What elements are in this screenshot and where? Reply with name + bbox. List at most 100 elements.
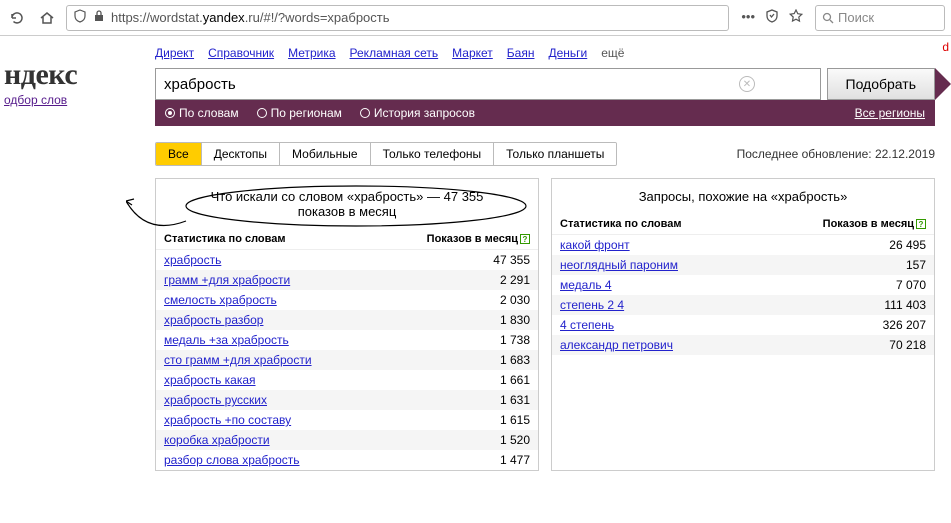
- query-link[interactable]: медаль 4: [560, 278, 612, 292]
- opt-by-words[interactable]: По словам: [165, 106, 239, 120]
- home-icon[interactable]: [36, 7, 58, 29]
- query-link[interactable]: неоглядный пароним: [560, 258, 678, 272]
- device-tab[interactable]: Десктопы: [202, 143, 280, 165]
- table-row: храбрость разбор1 830: [156, 310, 538, 330]
- impressions: 111 403: [856, 298, 926, 312]
- query-input[interactable]: [155, 68, 821, 100]
- arrow-decor: [935, 68, 951, 100]
- table-row: александр петрович 70 218: [552, 335, 934, 355]
- url-actions: •••: [737, 9, 807, 26]
- table-row: разбор слова храбрость 1 477: [156, 450, 538, 470]
- query-link[interactable]: какой фронт: [560, 238, 630, 252]
- query-link[interactable]: александр петрович: [560, 338, 673, 352]
- table-row: грамм +для храбрости2 291: [156, 270, 538, 290]
- right-panel: Запросы, похожие на «храбрость» Статисти…: [551, 178, 935, 471]
- service-link[interactable]: Деньги: [548, 46, 587, 60]
- left-panel: Что искали со словом «храбрость» — 47 35…: [155, 178, 539, 471]
- impressions: 1 683: [460, 353, 530, 367]
- more-icon[interactable]: •••: [741, 9, 755, 26]
- browser-search[interactable]: Поиск: [815, 5, 945, 31]
- query-row: ✕ Подобрать: [155, 68, 935, 100]
- impressions: 1 520: [460, 433, 530, 447]
- all-regions-link[interactable]: Все регионы: [855, 106, 925, 120]
- table-row: сто грамм +для храбрости 1 683: [156, 350, 538, 370]
- opt-by-regions[interactable]: По регионам: [257, 106, 342, 120]
- help-icon[interactable]: ?: [520, 234, 530, 244]
- table-row: медаль +за храбрость 1 738: [156, 330, 538, 350]
- device-tabs-row: ВсеДесктопыМобильныеТолько телефоныТольк…: [155, 142, 935, 166]
- table-row: смелость храбрость 2 030: [156, 290, 538, 310]
- table-row: храбрость 47 355: [156, 250, 538, 270]
- clear-icon[interactable]: ✕: [739, 76, 755, 92]
- table-row: храбрость +по составу 1 615: [156, 410, 538, 430]
- device-tab[interactable]: Мобильные: [280, 143, 371, 165]
- impressions: 1 477: [460, 453, 530, 467]
- corner-letter: d: [942, 40, 949, 54]
- table-row: степень 2 4 111 403: [552, 295, 934, 315]
- service-link[interactable]: Рекламная сеть: [350, 46, 439, 60]
- device-tab[interactable]: Только планшеты: [494, 143, 616, 165]
- table-row: коробка храбрости 1 520: [156, 430, 538, 450]
- service-link[interactable]: Метрика: [288, 46, 335, 60]
- service-link[interactable]: Баян: [507, 46, 535, 60]
- table-row: 4 степень 326 207: [552, 315, 934, 335]
- impressions: 1 738: [460, 333, 530, 347]
- url-bar[interactable]: https://wordstat.yandex.ru/#!/?words=хра…: [66, 5, 729, 31]
- query-link[interactable]: 4 степень: [560, 318, 614, 332]
- query-link[interactable]: разбор слова храбрость: [164, 453, 300, 467]
- impressions: 1 631: [460, 393, 530, 407]
- impressions: 7 070: [856, 278, 926, 292]
- reload-icon[interactable]: [6, 7, 28, 29]
- last-update: Последнее обновление: 22.12.2019: [737, 147, 935, 161]
- reader-icon[interactable]: [765, 9, 779, 26]
- service-link[interactable]: Справочник: [208, 46, 274, 60]
- submit-button[interactable]: Подобрать: [827, 68, 936, 100]
- device-tabs: ВсеДесктопыМобильныеТолько телефоныТольк…: [155, 142, 617, 166]
- yandex-logo[interactable]: ндекс: [0, 58, 77, 92]
- impressions: 47 355: [460, 253, 530, 267]
- help-icon[interactable]: ?: [916, 219, 926, 229]
- query-link[interactable]: степень 2 4: [560, 298, 624, 312]
- query-link[interactable]: медаль +за храбрость: [164, 333, 289, 347]
- query-link[interactable]: храбрость разбор: [164, 313, 263, 327]
- options-bar: По словам По регионам История запросов В…: [155, 100, 935, 126]
- table-row: медаль 4 7 070: [552, 275, 934, 295]
- browser-toolbar: https://wordstat.yandex.ru/#!/?words=хра…: [0, 0, 951, 36]
- url-text: https://wordstat.yandex.ru/#!/?words=хра…: [111, 10, 390, 25]
- query-link[interactable]: сто грамм +для храбрости: [164, 353, 312, 367]
- right-table-head: Статистика по словам Показов в месяц?: [552, 214, 934, 235]
- impressions: 1 661: [460, 373, 530, 387]
- table-row: неоглядный пароним157: [552, 255, 934, 275]
- star-icon[interactable]: [789, 9, 803, 26]
- service-link[interactable]: Маркет: [452, 46, 493, 60]
- query-link[interactable]: храбрость русских: [164, 393, 267, 407]
- query-link[interactable]: храбрость какая: [164, 373, 256, 387]
- search-placeholder: Поиск: [838, 10, 874, 25]
- query-link[interactable]: храбрость +по составу: [164, 413, 291, 427]
- service-links: Директ Справочник Метрика Рекламная сеть Мар…: [0, 36, 951, 68]
- device-tab[interactable]: Все: [156, 143, 202, 165]
- query-link[interactable]: храбрость: [164, 253, 221, 267]
- table-row: какой фронт 26 495: [552, 235, 934, 255]
- service-link[interactable]: Директ: [155, 46, 194, 60]
- left-title: Что искали со словом «храбрость» — 47 35…: [156, 179, 538, 229]
- lock-icon: [93, 10, 105, 25]
- right-title: Запросы, похожие на «храбрость»: [552, 179, 934, 214]
- impressions: 326 207: [856, 318, 926, 332]
- search-icon: [822, 12, 834, 24]
- wordstat-subtitle[interactable]: одбор слов: [0, 93, 67, 107]
- impressions: 26 495: [856, 238, 926, 252]
- query-link[interactable]: смелость храбрость: [164, 293, 277, 307]
- impressions: 2 030: [460, 293, 530, 307]
- device-tab[interactable]: Только телефоны: [371, 143, 495, 165]
- impressions: 70 218: [856, 338, 926, 352]
- impressions: 1 615: [460, 413, 530, 427]
- query-link[interactable]: коробка храбрости: [164, 433, 270, 447]
- more-link[interactable]: ещё: [601, 46, 624, 60]
- table-row: храбрость русских 1 631: [156, 390, 538, 410]
- results-panels: Что искали со словом «храбрость» — 47 35…: [155, 178, 935, 471]
- left-table-head: Статистика по словам Показов в месяц?: [156, 229, 538, 250]
- opt-history[interactable]: История запросов: [360, 106, 475, 120]
- query-link[interactable]: грамм +для храбрости: [164, 273, 290, 287]
- logo-area: ндекс одбор слов: [0, 58, 77, 107]
